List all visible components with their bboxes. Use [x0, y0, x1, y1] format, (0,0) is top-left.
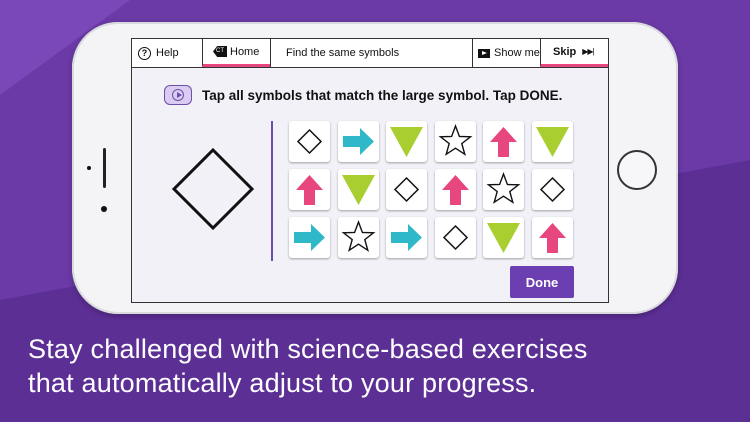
symbol-tile-arrow-up[interactable]: [434, 169, 476, 210]
show-me-button[interactable]: Show me: [472, 39, 540, 67]
star-icon: [438, 123, 472, 156]
instruction-row: Tap all symbols that match the large sym…: [164, 85, 562, 105]
arrow-up-icon: [490, 127, 517, 157]
top-navigation-bar: ? Help CT Home Find the same symbols Sho…: [132, 39, 608, 68]
skip-label: Skip: [553, 45, 577, 58]
video-icon: [478, 48, 490, 58]
diamond-icon: [296, 128, 323, 155]
help-button[interactable]: ? Help: [138, 39, 202, 67]
target-diamond-symbol: [171, 147, 255, 231]
app-screen: ? Help CT Home Find the same symbols Sho…: [131, 38, 609, 303]
symbol-tile-diamond[interactable]: [289, 121, 330, 162]
star-icon: [486, 171, 521, 204]
show-me-label: Show me: [494, 47, 540, 59]
symbol-tile-triangle-down[interactable]: [386, 121, 427, 162]
symbol-tile-star[interactable]: [483, 169, 524, 210]
symbol-tile-diamond[interactable]: [386, 169, 427, 210]
divider-line: [271, 121, 273, 261]
phone-camera: [101, 206, 107, 212]
star-icon: [341, 219, 375, 252]
symbol-tile-arrow-right[interactable]: [337, 121, 379, 162]
caption-line-1: Stay challenged with science-based exerc…: [28, 334, 588, 364]
symbol-tile-triangle-down[interactable]: [483, 217, 524, 258]
exercise-title-area: Find the same symbols: [270, 39, 472, 67]
done-button[interactable]: Done: [510, 266, 574, 298]
triangle-down-icon: [390, 127, 423, 157]
symbol-tile-arrow-up[interactable]: [531, 217, 573, 258]
phone-home-button: [617, 150, 657, 190]
audio-play-icon[interactable]: [164, 85, 192, 105]
arrow-up-icon: [538, 223, 566, 253]
symbol-tile-diamond[interactable]: [531, 169, 573, 210]
symbol-tile-arrow-right[interactable]: [289, 217, 330, 258]
arrow-right-icon: [294, 224, 325, 251]
diamond-icon: [442, 224, 468, 251]
home-button[interactable]: CT Home: [202, 39, 270, 67]
triangle-down-icon: [487, 223, 520, 253]
symbol-tile-arrow-up[interactable]: [289, 169, 330, 210]
exercise-title: Find the same symbols: [286, 47, 400, 59]
diamond-icon: [539, 176, 565, 203]
symbol-tile-arrow-right[interactable]: [386, 217, 427, 258]
home-back-icon: CT: [213, 46, 227, 57]
skip-button[interactable]: Skip ▶▶|: [540, 39, 608, 67]
instruction-text: Tap all symbols that match the large sym…: [202, 87, 563, 103]
symbol-grid: [289, 121, 573, 261]
arrow-right-icon: [342, 128, 374, 155]
promo-caption: Stay challenged with science-based exerc…: [28, 332, 728, 400]
symbol-tile-star[interactable]: [434, 121, 476, 162]
arrow-up-icon: [296, 175, 323, 205]
help-icon: ?: [138, 46, 151, 60]
arrow-right-icon: [391, 224, 422, 251]
caption-line-2: that automatically adjust to your progre…: [28, 368, 537, 398]
diamond-icon: [393, 176, 420, 203]
help-label: Help: [156, 47, 179, 59]
phone-sensor: [87, 166, 91, 170]
symbol-tile-triangle-down[interactable]: [337, 169, 379, 210]
home-label: Home: [230, 45, 260, 58]
arrow-up-icon: [441, 175, 469, 205]
skip-icon: ▶▶|: [582, 47, 594, 56]
symbol-tile-arrow-up[interactable]: [483, 121, 524, 162]
symbol-tile-diamond[interactable]: [434, 217, 476, 258]
symbol-tile-triangle-down[interactable]: [531, 121, 573, 162]
symbol-tile-star[interactable]: [337, 217, 379, 258]
triangle-down-icon: [341, 175, 375, 205]
phone-speaker: [103, 148, 106, 188]
triangle-down-icon: [535, 127, 569, 157]
